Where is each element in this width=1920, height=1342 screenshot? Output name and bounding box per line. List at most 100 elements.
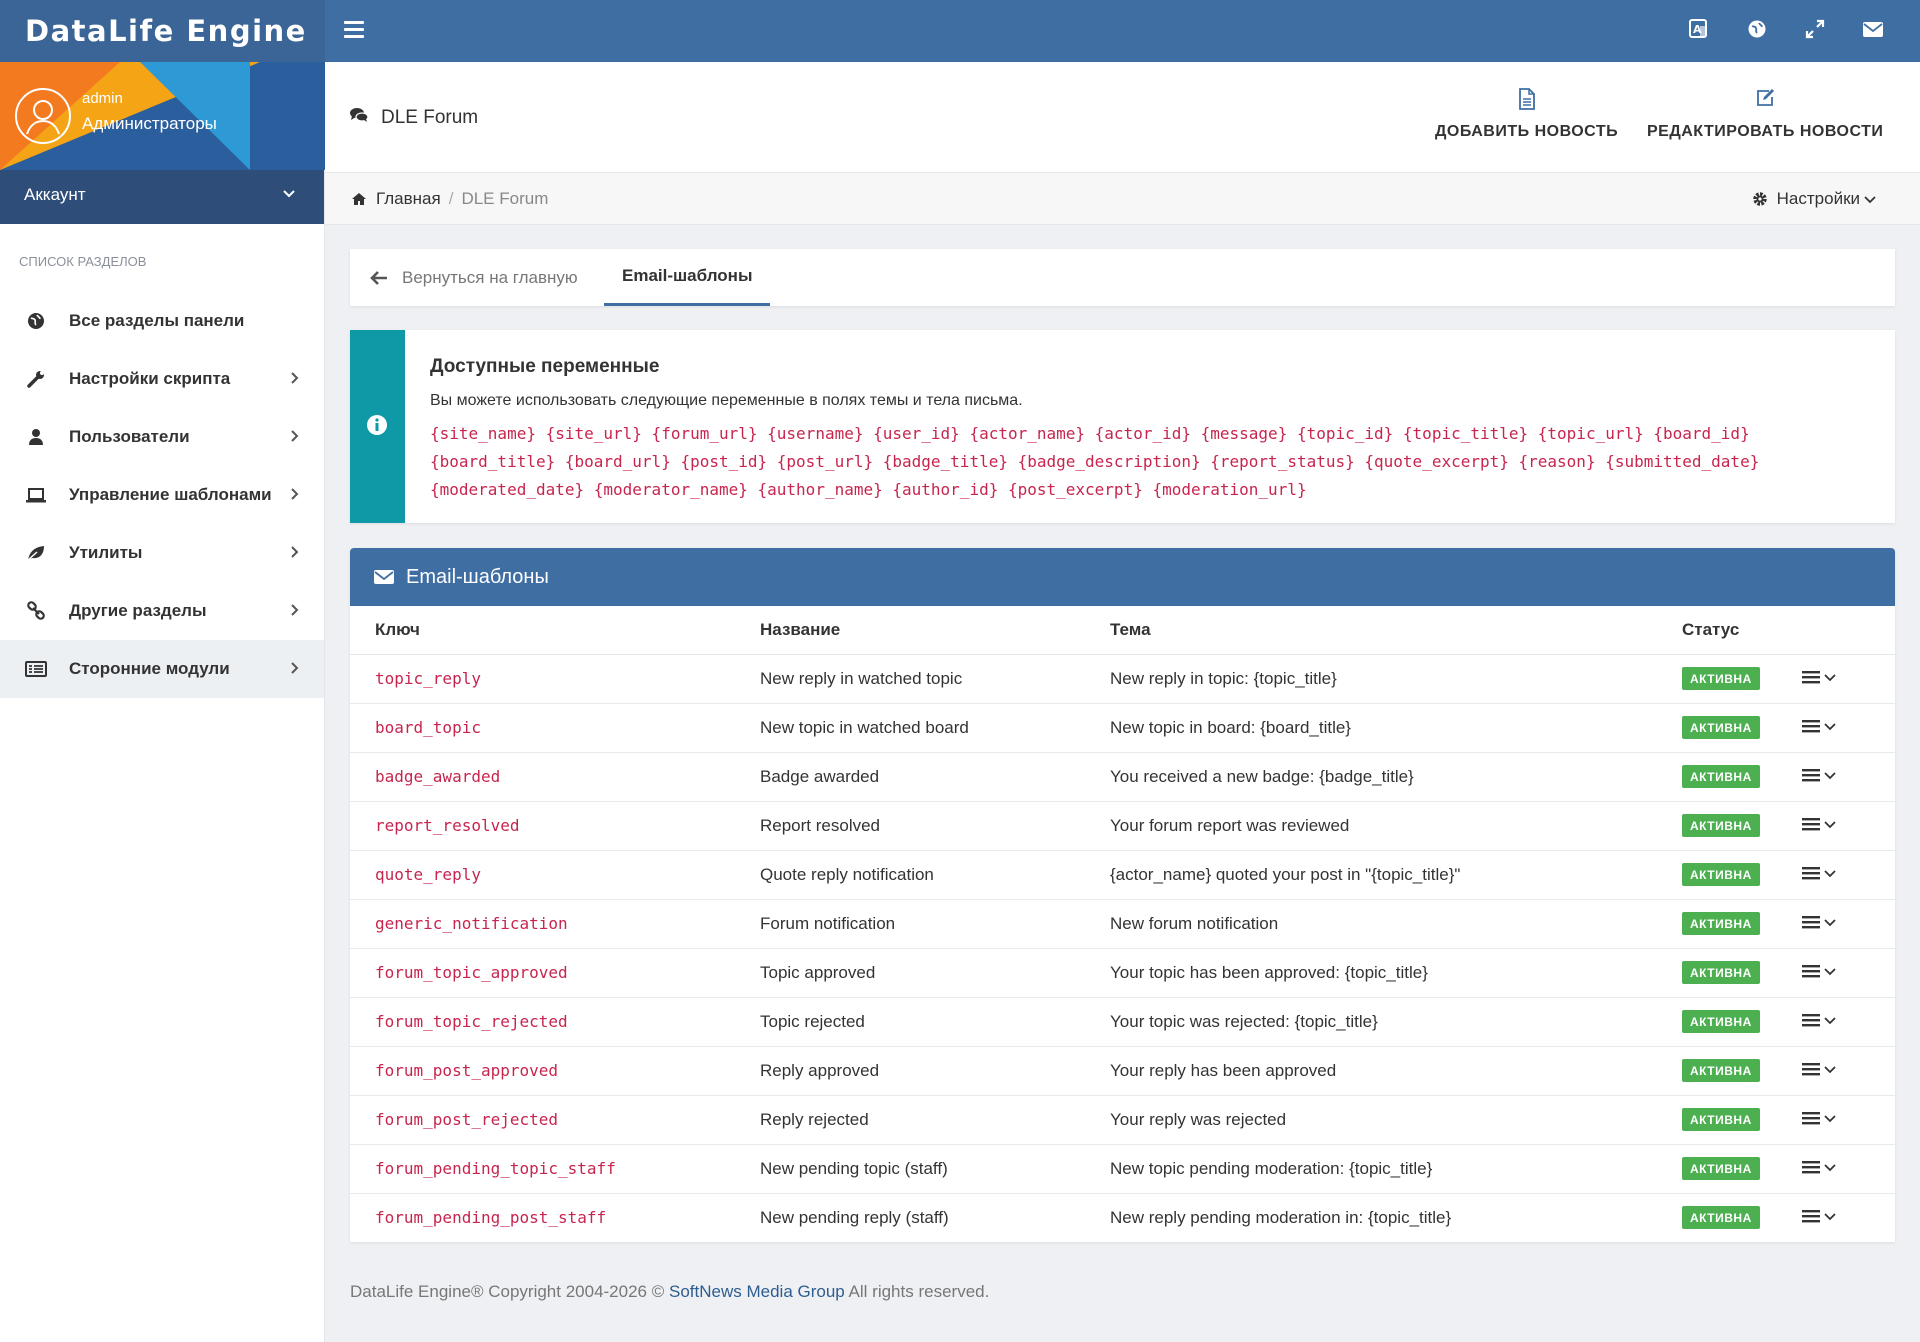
edit-icon	[1755, 88, 1775, 110]
footer-company-link[interactable]: SoftNews Media Group	[669, 1282, 845, 1301]
chevron-down-icon	[1824, 770, 1836, 780]
bars-icon	[1802, 915, 1820, 929]
avatar[interactable]	[15, 88, 71, 144]
email-templates-panel: Email-шаблоны Ключ Название Тема Статус …	[350, 548, 1895, 1242]
table-row: forum_pending_post_staff New pending repl…	[350, 1193, 1895, 1242]
status-badge: АКТИВНА	[1682, 1157, 1760, 1180]
home-icon	[351, 192, 367, 206]
column-header-key: Ключ	[350, 606, 760, 655]
template-key[interactable]: generic_notification	[350, 899, 760, 949]
row-actions-menu[interactable]	[1802, 1160, 1836, 1174]
brand-logo[interactable]: DataLife Engine	[0, 0, 325, 62]
globe-icon[interactable]	[1746, 18, 1768, 40]
comments-icon	[349, 106, 369, 130]
chevron-right-icon	[290, 428, 300, 448]
template-subject: {actor_name} quoted your post in "{topic…	[1110, 850, 1682, 900]
user-icon	[25, 426, 47, 448]
template-key[interactable]: topic_reply	[350, 654, 760, 704]
row-actions-menu[interactable]	[1802, 915, 1836, 929]
chevron-right-icon	[290, 370, 300, 390]
email-templates-table: Ключ Название Тема Статус topic_reply New…	[350, 606, 1895, 1242]
template-name: New pending reply (staff)	[760, 1207, 949, 1227]
template-key[interactable]: forum_post_approved	[350, 1046, 760, 1096]
status-badge: АКТИВНА	[1682, 1108, 1760, 1131]
template-key[interactable]: forum_topic_rejected	[350, 997, 760, 1047]
row-actions-menu[interactable]	[1802, 1013, 1836, 1027]
template-key[interactable]: forum_topic_approved	[350, 948, 760, 998]
template-name: Report resolved	[760, 801, 1110, 851]
sidebar-item-script-settings[interactable]: Настройки скрипта	[0, 350, 324, 408]
link-icon	[25, 600, 47, 622]
row-actions-menu[interactable]	[1802, 719, 1836, 733]
template-key[interactable]: report_resolved	[350, 801, 760, 851]
status-badge: АКТИВНА	[1682, 765, 1760, 788]
template-key[interactable]: board_topic	[350, 703, 760, 753]
chevron-down-icon	[1824, 868, 1836, 878]
template-key[interactable]: forum_post_rejected	[350, 1095, 760, 1145]
arrow-left-icon	[370, 270, 388, 286]
row-actions-menu[interactable]	[1802, 1062, 1836, 1076]
row-actions-menu[interactable]	[1802, 866, 1836, 880]
language-icon[interactable]: A	[1688, 18, 1710, 40]
settings-dropdown[interactable]: Настройки	[1752, 189, 1876, 209]
sidebar-item-third-party-modules[interactable]: Сторонние модули	[0, 640, 324, 698]
row-actions-menu[interactable]	[1802, 817, 1836, 831]
sidebar-item-label: Управление шаблонами	[69, 485, 272, 504]
sidebar-item-label: Пользователи	[69, 427, 190, 446]
chevron-right-icon	[290, 544, 300, 564]
template-name: Reply rejected	[760, 1095, 1110, 1145]
breadcrumb-home-label: Главная	[376, 189, 441, 208]
bars-icon	[1802, 719, 1820, 733]
page-title: DLE Forum	[349, 106, 478, 130]
template-name: New topic in watched board	[760, 703, 1110, 753]
breadcrumb-separator: /	[448, 189, 454, 208]
tab-back-to-main[interactable]: Вернуться на главную	[370, 249, 578, 306]
chevron-down-icon	[1864, 194, 1876, 204]
sidebar-item-utilities[interactable]: Утилиты	[0, 524, 324, 582]
chevron-down-icon	[1824, 1064, 1836, 1074]
sidebar-item-templates[interactable]: Управление шаблонами	[0, 466, 324, 524]
sidebar-item-users[interactable]: Пользователи	[0, 408, 324, 466]
panel-title: Email-шаблоны	[406, 565, 549, 588]
template-name: New reply in watched topic	[760, 654, 1110, 704]
alert-title: Доступные переменные	[430, 356, 660, 377]
template-key[interactable]: badge_awarded	[350, 752, 760, 802]
sidebar-item-other-sections[interactable]: Другие разделы	[0, 582, 324, 640]
chevron-down-icon	[1824, 966, 1836, 976]
menu-toggle-button[interactable]	[344, 21, 364, 39]
add-news-button[interactable]: ДОБАВИТЬ НОВОСТЬ	[1435, 88, 1618, 141]
sidebar-item-label: Другие разделы	[69, 601, 207, 620]
row-actions-menu[interactable]	[1802, 670, 1836, 684]
row-actions-menu[interactable]	[1802, 1209, 1836, 1223]
template-subject: New topic pending moderation: {topic_tit…	[1110, 1144, 1682, 1194]
row-actions-menu[interactable]	[1802, 768, 1836, 782]
envelope-icon[interactable]	[1862, 18, 1884, 40]
list-icon	[25, 658, 47, 680]
template-key[interactable]: quote_reply	[350, 850, 760, 900]
bars-icon	[1802, 768, 1820, 782]
file-icon	[1517, 88, 1537, 110]
column-header-name: Название	[760, 606, 1110, 655]
template-name: New pending topic (staff)	[760, 1144, 1110, 1194]
row-actions-menu[interactable]	[1802, 1111, 1836, 1125]
panel-header: Email-шаблоны	[350, 548, 1895, 606]
bars-icon	[1802, 670, 1820, 684]
chevron-right-icon	[290, 486, 300, 506]
table-row: forum_post_approved Reply approved Your re…	[350, 1046, 1895, 1096]
account-dropdown[interactable]: Аккаунт	[0, 170, 324, 224]
edit-news-label: РЕДАКТИРОВАТЬ НОВОСТИ	[1647, 123, 1884, 140]
template-key[interactable]: forum_pending_post_staff	[350, 1193, 760, 1242]
template-subject: New forum notification	[1110, 899, 1682, 949]
breadcrumb-home-link[interactable]: Главная	[351, 189, 441, 209]
info-icon	[366, 414, 388, 441]
fullscreen-icon[interactable]	[1804, 18, 1826, 40]
gear-icon	[1752, 191, 1768, 207]
footer: DataLife Engine® Copyright 2004-2026 © S…	[350, 1282, 989, 1302]
tab-email-templates[interactable]: Email-шаблоны	[604, 249, 771, 306]
table-row: quote_reply Quote reply notification {acto…	[350, 850, 1895, 900]
table-row: forum_pending_topic_staff New pending top…	[350, 1144, 1895, 1194]
template-key[interactable]: forum_pending_topic_staff	[350, 1144, 760, 1194]
sidebar-item-all-sections[interactable]: Все разделы панели	[0, 292, 324, 350]
edit-news-button[interactable]: РЕДАКТИРОВАТЬ НОВОСТИ	[1647, 88, 1883, 141]
row-actions-menu[interactable]	[1802, 964, 1836, 978]
